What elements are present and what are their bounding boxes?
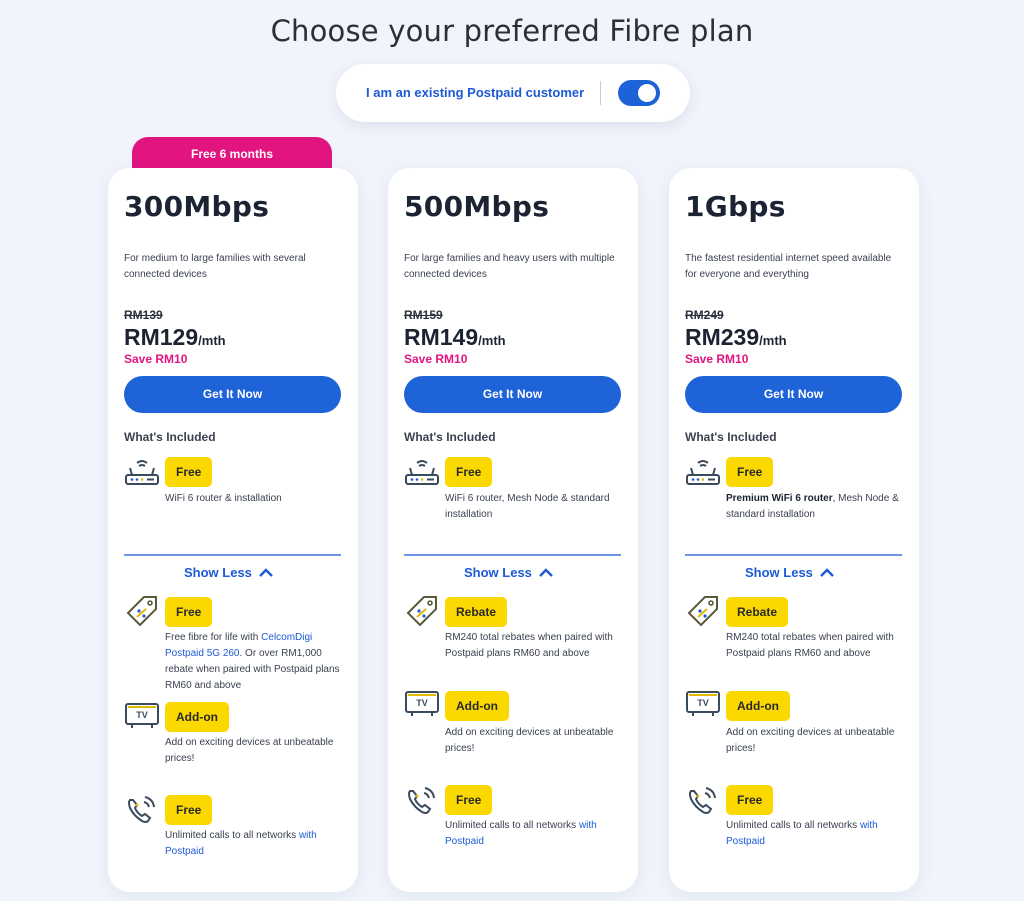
whats-included-heading: What's Included [404,430,496,444]
feature-badge: Free [165,597,213,627]
plan-speed: 1Gbps [685,190,786,223]
plan-speed: 300Mbps [124,190,270,223]
feature-badge: Free [165,457,213,487]
whats-included-heading: What's Included [124,430,216,444]
postpaid-toggle-container: I am an existing Postpaid customer [336,64,690,122]
plan-speed: 500Mbps [404,190,550,223]
feature-text: Free fibre for life with CelcomDigi Post… [165,632,340,691]
show-less-label: Show Less [464,565,532,580]
price-unit: /mth [478,333,506,348]
chevron-up-icon [539,567,553,577]
feature-text: WiFi 6 router, Mesh Node & standard inst… [445,493,610,520]
feature-text: Unlimited calls to all networks with Pos… [165,830,317,857]
plan-description: The fastest residential internet speed a… [685,253,892,280]
plan-old-price: RM139 [124,308,163,322]
get-it-now-button[interactable]: Get It Now [685,376,902,413]
feature-text: Premium WiFi 6 router, Mesh Node & stand… [726,493,899,520]
price-tag-icon [406,596,437,626]
toggle-knob [638,84,656,102]
plan-card-1gbps: 1Gbps The fastest residential internet s… [669,168,919,892]
plan-card-300mbps: 300Mbps For medium to large families wit… [108,168,358,892]
plan-save: Save RM10 [685,352,749,366]
plan-old-price: RM159 [404,308,443,322]
price-amount: RM129 [124,324,199,350]
plan-price: RM149/mth [404,324,506,351]
postpaid-toggle-switch[interactable] [618,80,660,106]
phone-call-icon [408,787,435,814]
toggle-divider [600,81,601,105]
plan-price: RM239/mth [685,324,787,351]
feature-badge: Rebate [726,597,789,627]
plan-save: Save RM10 [124,352,188,366]
page-title: Choose your preferred Fibre plan [270,14,754,48]
get-it-now-button[interactable]: Get It Now [124,376,341,413]
svg-text:TV: TV [136,710,148,720]
feature-text: Unlimited calls to all networks with Pos… [445,820,597,847]
postpaid-toggle-label: I am an existing Postpaid customer [366,85,585,100]
feature-badge: Free [726,785,774,815]
feature-badge: Add-on [726,691,790,721]
feature-text: Add on exciting devices at unbeatable pr… [165,737,334,764]
get-it-now-button[interactable]: Get It Now [404,376,621,413]
feature-badge: Add-on [445,691,509,721]
chevron-up-icon [259,567,273,577]
svg-text:TV: TV [416,698,428,708]
feature-badge: Add-on [165,702,229,732]
plan-save: Save RM10 [404,352,468,366]
router-icon [405,460,439,485]
show-less-label: Show Less [745,565,813,580]
chevron-up-icon [820,567,834,577]
price-tag-icon [126,596,157,626]
tv-icon: TV [686,691,720,716]
price-tag-icon [687,596,718,626]
price-amount: RM239 [685,324,760,350]
feature-badge: Rebate [445,597,508,627]
show-less-toggle[interactable]: Show Less [745,565,835,580]
price-amount: RM149 [404,324,479,350]
tv-icon: TV [405,691,439,716]
feature-text: RM240 total rebates when paired with Pos… [726,632,894,659]
price-unit: /mth [198,333,226,348]
price-unit: /mth [759,333,787,348]
feature-text: WiFi 6 router & installation [165,493,282,504]
show-less-label: Show Less [184,565,252,580]
feature-text: Add on exciting devices at unbeatable pr… [445,727,614,754]
plan-card-500mbps: 500Mbps For large families and heavy use… [388,168,638,892]
feature-text: Unlimited calls to all networks with Pos… [726,820,878,847]
plan-description: For medium to large families with severa… [124,253,306,280]
whats-included-heading: What's Included [685,430,777,444]
router-icon [686,460,720,485]
section-divider [124,554,341,556]
show-less-toggle[interactable]: Show Less [184,565,274,580]
phone-call-icon [689,787,716,814]
phone-call-icon [128,796,155,823]
feature-text: RM240 total rebates when paired with Pos… [445,632,613,659]
router-icon [125,460,159,485]
tv-icon: TV [125,703,159,728]
plan-old-price: RM249 [685,308,724,322]
feature-badge: Free [445,785,493,815]
feature-badge: Free [165,795,213,825]
feature-badge: Free [726,457,774,487]
show-less-toggle[interactable]: Show Less [464,565,554,580]
svg-text:TV: TV [697,698,709,708]
plan-description: For large families and heavy users with … [404,253,615,280]
feature-text: Add on exciting devices at unbeatable pr… [726,727,895,754]
plan-price: RM129/mth [124,324,226,351]
feature-badge: Free [445,457,493,487]
section-divider [685,554,902,556]
section-divider [404,554,621,556]
